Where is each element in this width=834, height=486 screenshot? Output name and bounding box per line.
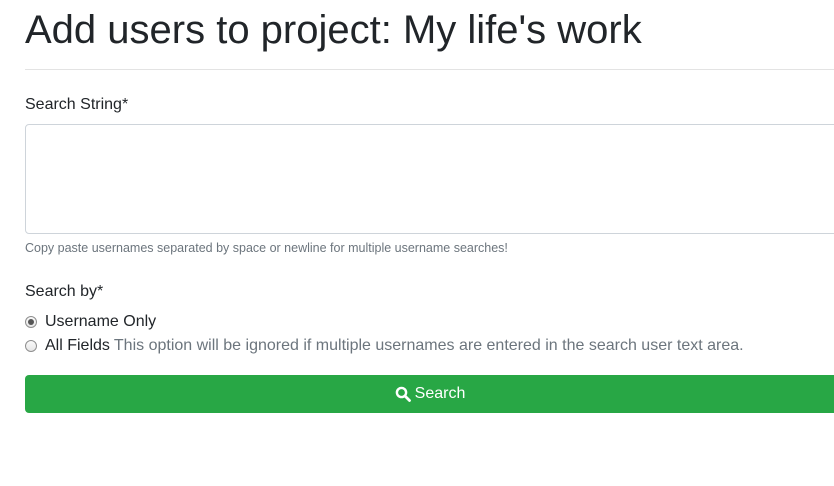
all-fields-radio[interactable] <box>25 340 37 352</box>
all-fields-note: This option will be ignored if multiple … <box>113 337 744 354</box>
all-fields-label: All Fields <box>45 337 110 354</box>
search-string-textarea[interactable] <box>25 124 834 234</box>
search-button-label: Search <box>414 385 466 402</box>
search-button[interactable]: Search <box>25 375 834 413</box>
search-string-label: Search String* <box>25 96 129 113</box>
radio-option-username-only[interactable]: Username Only <box>25 312 156 332</box>
username-only-label: Username Only <box>45 313 157 330</box>
search-string-help-text: Copy paste usernames separated by space … <box>25 241 508 255</box>
title-divider <box>25 69 834 70</box>
search-by-label: Search by* <box>25 283 104 300</box>
add-users-page: Add users to project: My life's work Sea… <box>0 0 834 486</box>
search-icon <box>395 386 411 402</box>
radio-option-all-fields[interactable]: All Fields This option will be ignored i… <box>25 336 744 356</box>
page-title: Add users to project: My life's work <box>25 8 642 52</box>
username-only-radio[interactable] <box>25 316 37 328</box>
